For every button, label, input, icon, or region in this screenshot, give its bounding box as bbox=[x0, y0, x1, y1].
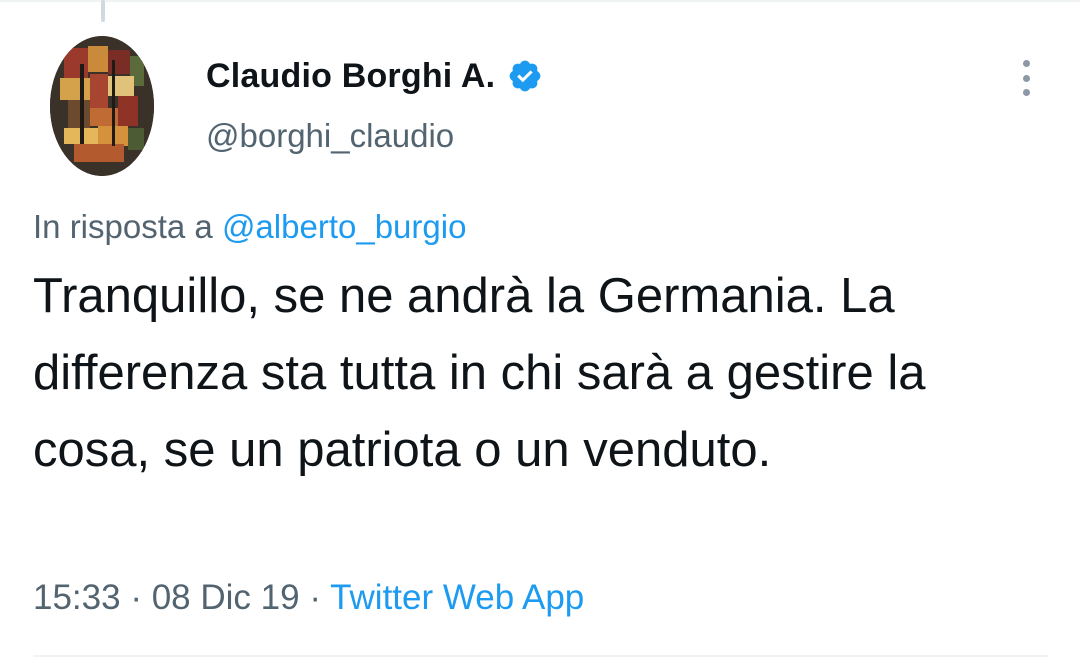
author-handle[interactable]: @borghi_claudio bbox=[206, 117, 454, 155]
bottom-divider bbox=[33, 655, 1048, 657]
reply-mention-link[interactable]: @alberto_burgio bbox=[222, 208, 467, 245]
tweet-view: Claudio Borghi A. @borghi_claudio In ris… bbox=[0, 0, 1080, 658]
meta-separator: · bbox=[130, 578, 142, 617]
verified-badge-icon bbox=[509, 60, 541, 92]
author-name-row[interactable]: Claudio Borghi A. bbox=[206, 56, 543, 96]
tweet-text: Tranquillo, se ne andrà la Germania. La … bbox=[33, 269, 926, 477]
tweet-time[interactable]: 15:33 bbox=[33, 578, 121, 617]
avatar[interactable] bbox=[50, 36, 154, 176]
meta-separator: · bbox=[309, 578, 321, 617]
tweet-date[interactable]: 08 Dic 19 bbox=[152, 578, 300, 617]
more-dot bbox=[1022, 89, 1030, 96]
more-dot bbox=[1022, 60, 1030, 67]
more-options-icon[interactable] bbox=[1014, 58, 1038, 98]
thread-connector-line bbox=[101, 0, 105, 22]
tweet-source-link[interactable]: Twitter Web App bbox=[330, 578, 584, 617]
author-display-name[interactable]: Claudio Borghi A. bbox=[206, 57, 495, 96]
top-divider bbox=[0, 0, 1080, 2]
tweet-metadata: 15:33 · 08 Dic 19 · Twitter Web App bbox=[33, 578, 584, 618]
reply-prefix: In risposta a bbox=[33, 208, 213, 245]
reply-context: In risposta a @alberto_burgio bbox=[33, 208, 466, 246]
avatar-image bbox=[50, 36, 154, 176]
more-dot bbox=[1022, 74, 1030, 82]
